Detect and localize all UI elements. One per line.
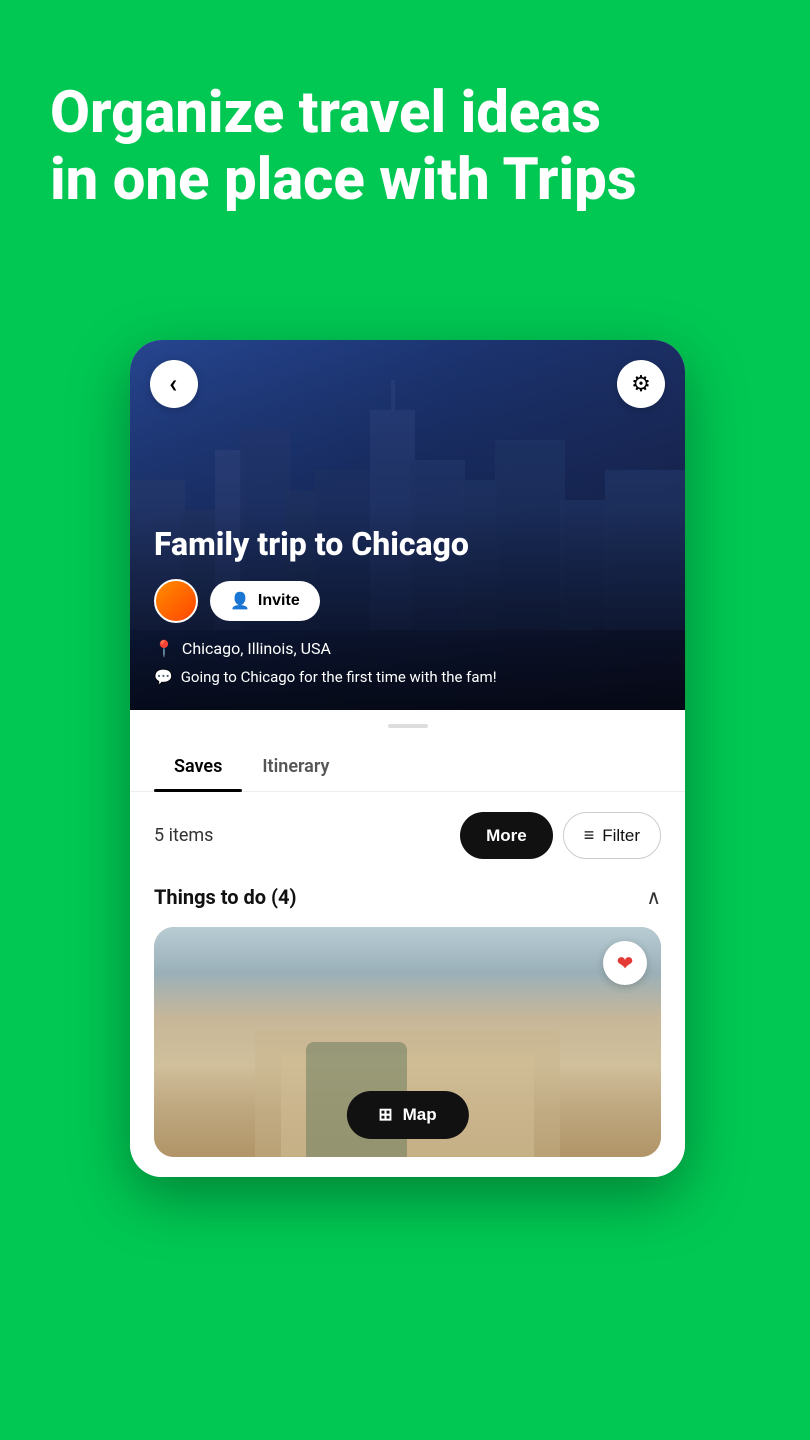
back-button[interactable]: ‹ (150, 360, 198, 408)
invite-button[interactable]: 👤 Invite (210, 581, 320, 621)
things-to-do-section[interactable]: Things to do (4) ∧ (154, 879, 661, 927)
card-body: Saves Itinerary 5 items More ≡ Filter (130, 724, 685, 1177)
trip-note-row: 💬 Going to Chicago for the first time wi… (154, 668, 661, 686)
section-title: Things to do (4) (154, 885, 297, 909)
items-row: 5 items More ≡ Filter (154, 812, 661, 859)
filter-icon: ≡ (584, 825, 595, 846)
filter-button[interactable]: ≡ Filter (563, 812, 661, 859)
gear-icon: ⚙ (631, 372, 651, 397)
person-add-icon: 👤 (230, 591, 250, 611)
place-card[interactable]: ❤ ⊞ Map (154, 927, 661, 1157)
items-count: 5 items (154, 825, 213, 846)
tabs-bar: Saves Itinerary (130, 734, 685, 792)
chevron-left-icon: ‹ (169, 369, 177, 399)
heart-icon: ❤ (617, 951, 634, 975)
phone-card: ‹ ⚙ Family trip to Chicago 👤 Invite 📍 Ch… (130, 340, 685, 1177)
avatar (154, 579, 198, 623)
tab-saves[interactable]: Saves (154, 742, 242, 791)
trip-note: Going to Chicago for the first time with… (181, 668, 497, 686)
trip-header-content: Family trip to Chicago 👤 Invite 📍 Chicag… (130, 505, 685, 710)
more-button[interactable]: More (460, 812, 553, 859)
heart-button[interactable]: ❤ (603, 941, 647, 985)
saves-content: 5 items More ≡ Filter Things to do (4) ∧ (130, 792, 685, 1177)
trip-title: Family trip to Chicago (154, 525, 661, 563)
settings-button[interactable]: ⚙ (617, 360, 665, 408)
map-icon: ⊞ (378, 1105, 392, 1125)
location-text: Chicago, Illinois, USA (182, 639, 331, 658)
map-button[interactable]: ⊞ Map (346, 1091, 468, 1139)
pin-icon: 📍 (154, 639, 174, 658)
hero-section: Organize travel ideas in one place with … (0, 0, 810, 253)
avatar-invite-row: 👤 Invite (154, 579, 661, 623)
action-buttons: More ≡ Filter (460, 812, 661, 859)
drag-handle (388, 724, 428, 728)
location-row: 📍 Chicago, Illinois, USA (154, 639, 661, 658)
note-icon: 💬 (154, 668, 173, 686)
trip-header-image: ‹ ⚙ Family trip to Chicago 👤 Invite 📍 Ch… (130, 340, 685, 710)
hero-title: Organize travel ideas in one place with … (50, 80, 760, 213)
chevron-up-icon: ∧ (646, 885, 661, 909)
tab-itinerary[interactable]: Itinerary (242, 742, 349, 791)
